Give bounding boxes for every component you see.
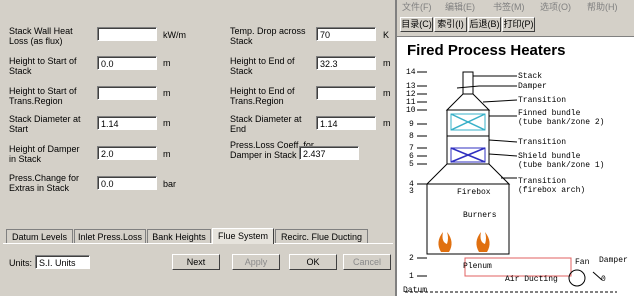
air-ducting-label: Air Ducting [505,275,558,284]
tab-datum-levels[interactable]: Datum Levels [6,229,73,243]
height-end-stack-field[interactable]: 32.3 [316,56,376,70]
datum-label: Datum [403,286,428,295]
level-2: 2 [409,254,414,263]
temp-drop-unit: K [383,30,390,40]
menu-edit[interactable]: 编辑(E) [445,0,475,14]
height-damper-field[interactable]: 2.0 [97,146,157,160]
apply-button[interactable]: Apply [232,254,280,270]
level-5: 5 [409,160,414,169]
height-damper-unit: m [163,149,171,159]
help-window: 文件(F) 编辑(E) 书签(M) 选项(O) 帮助(H) 目录(C) 索引(I… [397,0,634,296]
level-0: 0 [601,275,606,284]
menu-options[interactable]: 选项(O) [540,0,571,14]
press-change-label: Press.Change for Extras in Stack [9,173,80,193]
height-damper-label: Height of Damper in Stack [9,144,80,164]
height-start-trans-label: Height to Start of Trans.Region [9,86,77,106]
menu-bookmark[interactable]: 书签(M) [493,0,525,14]
ok-button[interactable]: OK [289,254,337,270]
height-end-trans-unit: m [383,88,391,98]
finned-bundle-sub-label: (tube bank/zone 2) [518,118,605,127]
fan-label: Fan [575,258,590,267]
press-loss-coeff-field[interactable]: 2.437 [299,146,359,160]
contents-button[interactable]: 目录(C) [400,17,433,32]
level-9: 9 [409,120,414,129]
fan-icon [568,269,586,287]
shield-section-shape [446,135,490,165]
plenum-label: Plenum [463,262,492,271]
height-end-trans-field[interactable] [316,86,376,100]
press-change-unit: bar [163,179,177,189]
damper2-label: Damper [599,256,628,265]
shield-bundle-label: Shield bundle [518,152,581,161]
firebox-label: Firebox [457,188,491,197]
height-start-trans-field[interactable] [97,86,157,100]
transition2-label: Transition [518,138,567,147]
stack-dia-start-field[interactable]: 1.14 [97,116,157,130]
stack-wall-heat-loss-field[interactable] [97,27,157,41]
level-10: 10 [406,106,416,115]
transition2-leader [488,139,518,143]
help-menubar: 文件(F) 编辑(E) 书签(M) 选项(O) 帮助(H) [397,0,634,14]
back-button[interactable]: 后退(B) [468,17,501,32]
help-title: Fired Process Heaters [407,42,566,59]
finned-bundle-label: Finned bundle [518,109,581,118]
height-start-stack-label: Height to Start of Stack [9,56,77,76]
stack-wall-heat-loss-unit: kW/m [163,30,186,40]
cancel-button[interactable]: Cancel [343,254,391,270]
height-start-trans-unit: m [163,88,171,98]
transition3-label: Transition [518,177,567,186]
transition-label: Transition [518,96,567,105]
stack-dia-start-label: Stack Diameter at Start [9,114,81,134]
temp-drop-field[interactable]: 70 [316,27,376,41]
damper-label: Damper [518,82,547,91]
temp-drop-label: Temp. Drop across Stack [230,26,306,46]
flame-right-icon [476,232,490,252]
menu-file[interactable]: 文件(F) [402,0,432,14]
stack-wall-heat-loss-label: Stack Wall Heat Loss (as flux) [9,26,73,46]
height-end-stack-label: Height to End of Stack [230,56,295,76]
damper-shape [456,85,480,89]
stack-label: Stack [518,72,543,81]
height-start-stack-field[interactable]: 0.0 [97,56,157,70]
menu-help[interactable]: 帮助(H) [587,0,618,14]
level-3: 3 [409,187,414,196]
height-end-trans-label: Height to End of Trans.Region [230,86,295,106]
shield-bundle-sub-label: (tube bank/zone 1) [518,161,605,170]
print-button[interactable]: 打印(P) [502,17,535,32]
firebox-arch-label: (firebox arch) [518,186,586,195]
stack-dia-start-unit: m [163,118,171,128]
tab-bank-heights[interactable]: Bank Heights [147,229,211,243]
height-start-stack-unit: m [163,58,171,68]
level-1: 1 [409,272,414,281]
transition-leader [482,99,518,103]
firebox-arch-shape [425,163,511,185]
flame-left-icon [438,232,452,252]
units-label: Units: [9,258,33,268]
index-button[interactable]: 索引(I) [434,17,467,32]
shield-leader [488,153,518,157]
height-end-stack-unit: m [383,58,391,68]
help-toolbar: 目录(C) 索引(I) 后退(B) 打印(P) [397,14,634,37]
level-8: 8 [409,132,414,141]
stack-dia-end-label: Stack Diameter at End [230,114,302,134]
tab-inlet-press-loss[interactable]: Inlet Press.Loss [74,229,146,243]
tab-recirc-flue-ducting[interactable]: Recirc. Flue Ducting [275,229,368,243]
next-button[interactable]: Next [172,254,220,270]
transition-top-shape [445,93,491,111]
stack-dia-end-unit: m [383,118,391,128]
tab-flue-system[interactable]: Flue System [212,228,274,244]
stack-shape [462,71,474,95]
press-change-field[interactable]: 0.0 [97,176,157,190]
burners-label: Burners [463,211,497,220]
stack-dia-end-field[interactable]: 1.14 [316,116,376,130]
flue-system-dialog: Stack Wall Heat Loss (as flux) kW/m Heig… [0,0,397,296]
units-select[interactable]: S.I. Units [35,255,90,269]
level-14: 14 [406,68,416,77]
